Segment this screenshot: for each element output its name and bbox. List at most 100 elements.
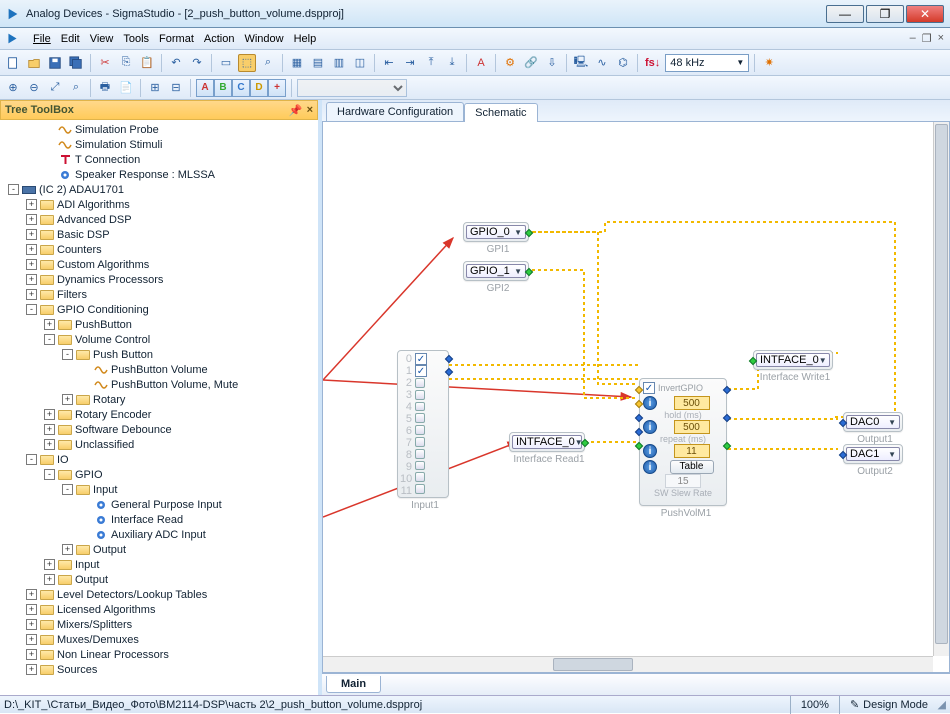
canvas-hscroll[interactable]	[323, 656, 933, 672]
input-switch-0[interactable]	[415, 353, 427, 365]
save-all-button[interactable]	[67, 54, 85, 72]
hold-value[interactable]: 500	[674, 396, 710, 410]
tree-node[interactable]: +PushButton	[0, 317, 318, 332]
expand-toggle[interactable]: +	[44, 574, 55, 585]
repeat-value[interactable]: 500	[674, 420, 710, 434]
redo-button[interactable]: ↷	[188, 54, 206, 72]
maximize-button[interactable]: ❐	[866, 5, 904, 23]
block-interface-read[interactable]: INTFACE_0▼ Interface Read1	[509, 432, 585, 452]
help-button[interactable]: 📄	[117, 79, 135, 97]
expand-toggle[interactable]: +	[26, 259, 37, 270]
menu-item-edit[interactable]: Edit	[61, 33, 80, 45]
tree-node[interactable]: +Level Detectors/Lookup Tables	[0, 587, 318, 602]
tag-plus-button[interactable]: +	[268, 79, 286, 97]
font-color-button[interactable]: A	[472, 54, 490, 72]
select-tool[interactable]: ▭	[217, 54, 235, 72]
expand-toggle[interactable]: +	[26, 229, 37, 240]
block-input1[interactable]: 01234567891011 Input1	[397, 350, 449, 498]
input-switch-9[interactable]	[415, 461, 425, 471]
input-switch-6[interactable]	[415, 425, 425, 435]
zoom-tool[interactable]: ⌕	[259, 54, 277, 72]
expand-toggle[interactable]: +	[44, 424, 55, 435]
input-switch-7[interactable]	[415, 437, 425, 447]
expand-toggle[interactable]: +	[62, 544, 73, 555]
input-switch-10[interactable]	[415, 472, 425, 482]
tree-node[interactable]: Auxiliary ADC Input	[0, 527, 318, 542]
tree-node[interactable]: +Sources	[0, 662, 318, 677]
expand-toggle[interactable]: -	[26, 304, 37, 315]
menu-item-file[interactable]: File	[33, 33, 51, 45]
open-button[interactable]	[25, 54, 43, 72]
layout-3-button[interactable]: ▥	[330, 54, 348, 72]
paste-button[interactable]: 📋	[138, 54, 156, 72]
tag-b-button[interactable]: B	[214, 79, 232, 97]
expand-toggle[interactable]: -	[44, 469, 55, 480]
tree-node[interactable]: -GPIO Conditioning	[0, 302, 318, 317]
ifwrite-dropdown[interactable]: INTFACE_0▼	[756, 353, 830, 367]
input-switch-11[interactable]	[415, 484, 425, 494]
block-output1[interactable]: DAC0▼ Output1	[843, 412, 903, 432]
tree-node[interactable]: +Output	[0, 542, 318, 557]
tree-node[interactable]: +Mixers/Splitters	[0, 617, 318, 632]
expand-toggle[interactable]: +	[26, 604, 37, 615]
hardware-button[interactable]: 🖳	[572, 54, 590, 72]
input-switch-5[interactable]	[415, 413, 425, 423]
tree-node[interactable]: -IO	[0, 452, 318, 467]
tag-a-button[interactable]: A	[196, 79, 214, 97]
menu-item-action[interactable]: Action	[204, 33, 235, 45]
snap-button[interactable]: ⊟	[167, 79, 185, 97]
tag-d-button[interactable]: D	[250, 79, 268, 97]
output2-dropdown[interactable]: DAC1▼	[846, 447, 900, 461]
align-top-button[interactable]: ⤒	[422, 54, 440, 72]
tree-node[interactable]: General Purpose Input	[0, 497, 318, 512]
expand-toggle[interactable]: -	[44, 334, 55, 345]
input-switch-2[interactable]	[415, 378, 425, 388]
tree-body[interactable]: Simulation ProbeSimulation StimuliT Conn…	[0, 120, 318, 695]
expand-toggle[interactable]: -	[8, 184, 19, 195]
grid-button[interactable]: ⊞	[146, 79, 164, 97]
tab-schematic[interactable]: Schematic	[464, 103, 537, 122]
tree-node[interactable]: +Basic DSP	[0, 227, 318, 242]
input-switch-8[interactable]	[415, 449, 425, 459]
expand-toggle[interactable]: -	[62, 349, 73, 360]
expand-toggle[interactable]: +	[26, 649, 37, 660]
tree-icon[interactable]: ⌬	[614, 54, 632, 72]
close-button[interactable]: ✕	[906, 5, 944, 23]
save-button[interactable]	[46, 54, 64, 72]
ifread-dropdown[interactable]: INTFACE_0▼	[512, 435, 582, 449]
undo-button[interactable]: ↶	[167, 54, 185, 72]
tag-c-button[interactable]: C	[232, 79, 250, 97]
layout-2-button[interactable]: ▤	[309, 54, 327, 72]
schematic-canvas[interactable]: GPIO_0▼ GPI1 GPIO_1▼ GPI2 01234567891011	[323, 122, 949, 672]
menu-item-window[interactable]: Window	[244, 33, 283, 45]
table-info-button[interactable]: i	[643, 460, 657, 474]
table-button[interactable]: Table	[670, 460, 714, 474]
tree-node[interactable]: +Non Linear Processors	[0, 647, 318, 662]
pan-tool[interactable]: ⬚	[238, 54, 256, 72]
resize-grip-icon[interactable]: ◢	[932, 698, 946, 711]
tree-node[interactable]: +Rotary Encoder	[0, 407, 318, 422]
align-left-button[interactable]: ⇤	[380, 54, 398, 72]
invertgpio-checkbox[interactable]	[643, 382, 655, 394]
tree-node[interactable]: -GPIO	[0, 467, 318, 482]
block-gpi1[interactable]: GPIO_0▼ GPI1	[463, 222, 529, 242]
expand-toggle[interactable]: +	[44, 559, 55, 570]
tree-node[interactable]: +Advanced DSP	[0, 212, 318, 227]
gpi2-dropdown[interactable]: GPIO_1▼	[466, 264, 526, 278]
expand-toggle[interactable]: +	[26, 664, 37, 675]
new-button[interactable]	[4, 54, 22, 72]
copy-button[interactable]: ⎘	[117, 54, 135, 72]
download-button[interactable]: ⇩	[543, 54, 561, 72]
menu-item-format[interactable]: Format	[159, 33, 194, 45]
align-bottom-button[interactable]: ⤓	[443, 54, 461, 72]
expand-toggle[interactable]: +	[26, 274, 37, 285]
tree-node[interactable]: +Dynamics Processors	[0, 272, 318, 287]
expand-toggle[interactable]: +	[26, 199, 37, 210]
tree-node[interactable]: +Software Debounce	[0, 422, 318, 437]
tree-node[interactable]: +Output	[0, 572, 318, 587]
input-switch-4[interactable]	[415, 402, 425, 412]
expand-toggle[interactable]: +	[44, 409, 55, 420]
canvas-vscroll[interactable]	[933, 122, 949, 656]
tree-node[interactable]: -(IC 2) ADAU1701	[0, 182, 318, 197]
tree-node[interactable]: Interface Read	[0, 512, 318, 527]
